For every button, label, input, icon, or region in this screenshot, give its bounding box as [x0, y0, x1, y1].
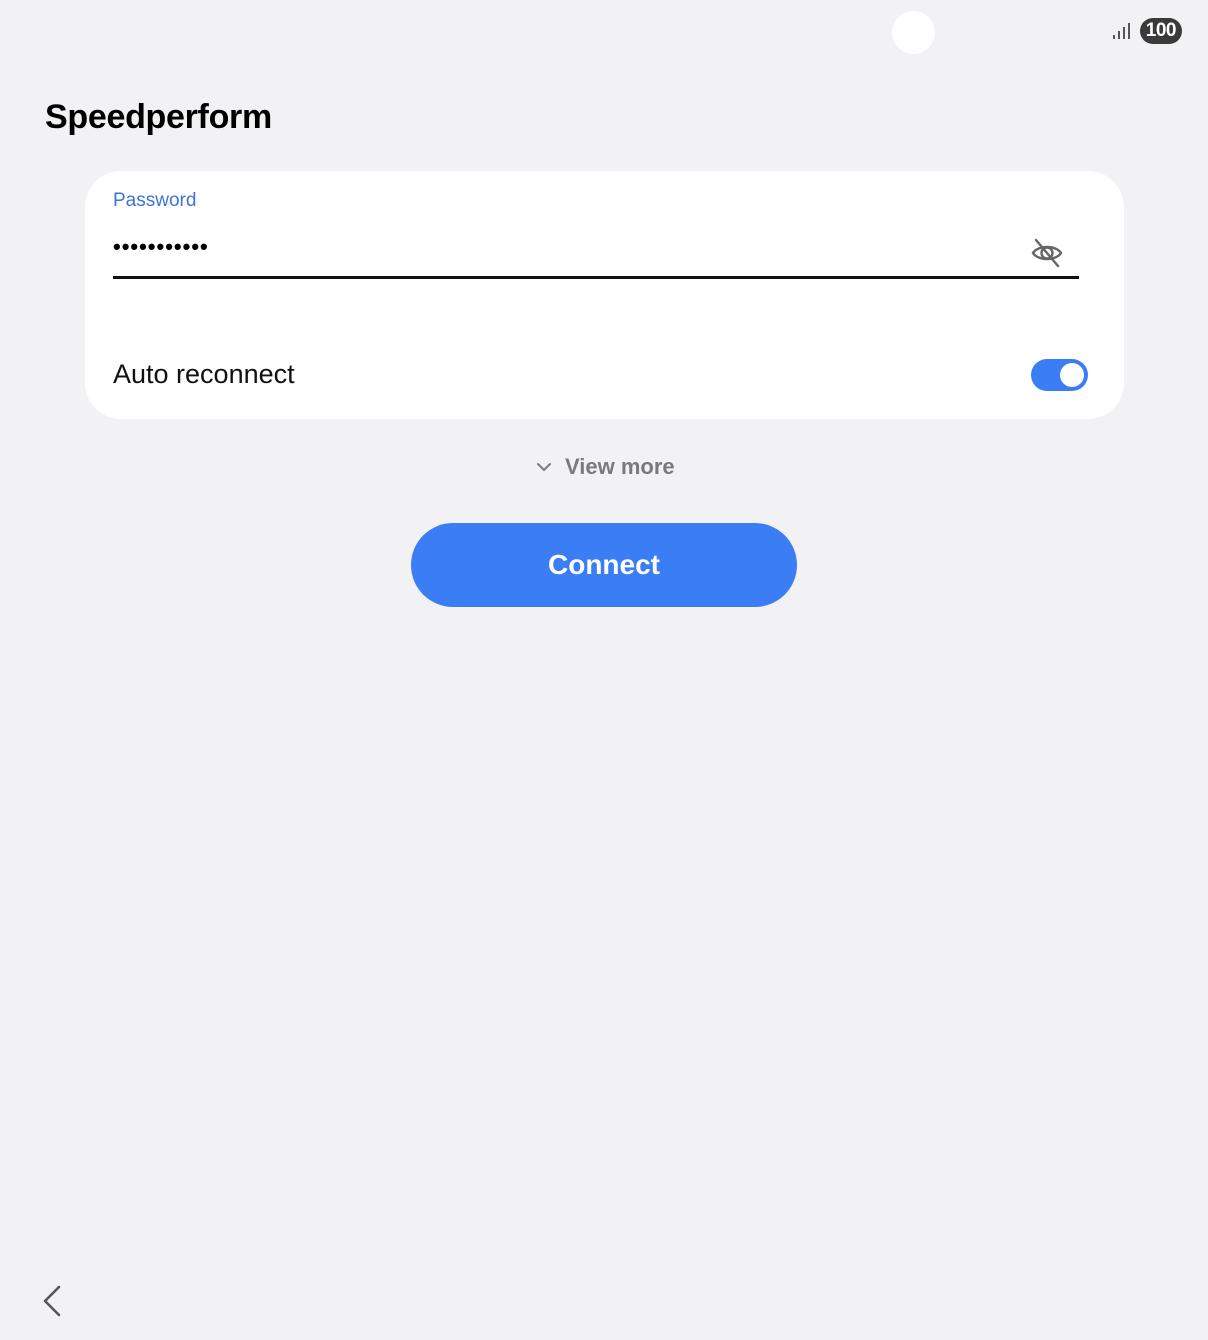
connect-button[interactable]: Connect: [411, 523, 797, 607]
signal-icon: [1112, 23, 1130, 39]
network-settings-card: Password ••••••••••• Auto reconnect: [85, 171, 1124, 419]
view-more-label: View more: [565, 454, 675, 479]
chevron-down-icon: [537, 463, 551, 471]
page-title: Speedperform: [45, 98, 272, 136]
password-label: Password: [113, 190, 197, 211]
status-bar: 100: [1112, 18, 1182, 44]
back-icon[interactable]: [36, 1284, 70, 1318]
password-value: •••••••••••: [113, 234, 209, 259]
eye-off-icon[interactable]: [1029, 235, 1065, 271]
screen: 100 Speedperform Password ••••••••••• Au…: [0, 0, 1208, 1340]
auto-reconnect-toggle[interactable]: [1031, 359, 1088, 391]
toggle-knob: [1060, 363, 1084, 387]
view-more-button[interactable]: View more: [535, 454, 675, 480]
camera-cutout: [892, 11, 935, 54]
auto-reconnect-label: Auto reconnect: [113, 359, 295, 389]
password-input[interactable]: •••••••••••: [113, 229, 1079, 279]
battery-level: 100: [1139, 18, 1182, 44]
